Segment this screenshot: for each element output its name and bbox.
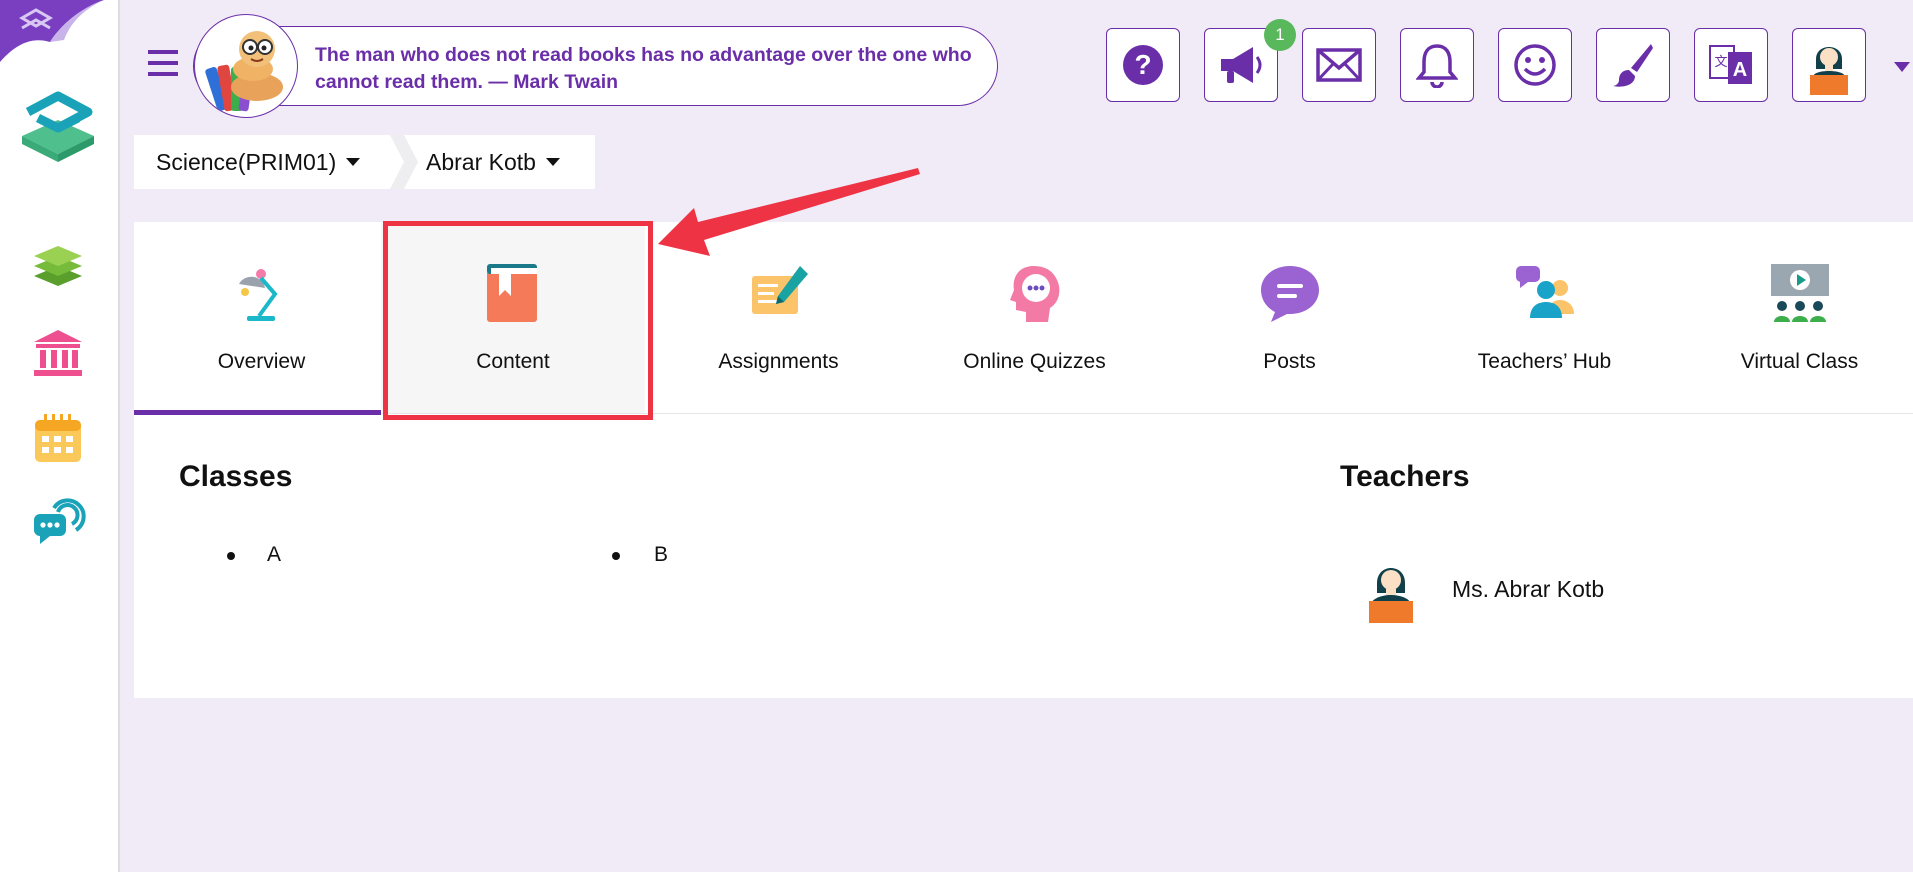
corner-logo-icon: [0, 0, 104, 62]
svg-text:?: ?: [1134, 49, 1151, 80]
calendar-icon[interactable]: [32, 412, 84, 464]
chevron-down-icon: [545, 158, 560, 166]
breadcrumb-separator-icon: [390, 135, 418, 189]
teacher-dropdown-label: Abrar Kotb: [426, 148, 536, 175]
mail-icon: [1316, 48, 1362, 82]
tab-bar: Overview Content Assignments Online Quiz…: [134, 222, 1913, 414]
help-button[interactable]: ?: [1106, 28, 1180, 102]
help-icon: ?: [1123, 45, 1163, 85]
tab-assignments-label: Assignments: [718, 350, 839, 373]
language-button[interactable]: A 文: [1694, 28, 1768, 102]
user-menu-caret-icon[interactable]: [1894, 62, 1910, 72]
feedback-button[interactable]: [1498, 28, 1572, 102]
course-panel: Overview Content Assignments Online Quiz…: [134, 222, 1913, 698]
user-profile-button[interactable]: [1792, 28, 1866, 102]
svg-text:A: A: [1733, 59, 1747, 81]
class-item[interactable]: B: [654, 543, 668, 567]
user-avatar-icon: [1810, 47, 1848, 95]
classes-heading: Classes: [179, 460, 293, 493]
tab-online-quizzes-label: Online Quizzes: [963, 350, 1106, 373]
tab-overview[interactable]: Overview: [134, 222, 389, 414]
app-logo-icon[interactable]: [14, 82, 102, 162]
messages-button[interactable]: [1302, 28, 1376, 102]
teachers-heading: Teachers: [1340, 460, 1470, 493]
tab-teachers-hub[interactable]: Teachers’ Hub: [1417, 222, 1672, 414]
theme-button[interactable]: [1596, 28, 1670, 102]
tab-virtual-class[interactable]: Virtual Class: [1672, 222, 1913, 414]
megaphone-icon: [1221, 47, 1262, 83]
active-tab-indicator: [134, 410, 381, 415]
tab-content[interactable]: Content: [381, 222, 645, 414]
teacher-dropdown[interactable]: Abrar Kotb: [426, 135, 560, 189]
teacher-avatar-icon: [1369, 568, 1413, 623]
svg-text:文: 文: [1714, 55, 1727, 70]
hamburger-menu-icon[interactable]: [146, 48, 180, 78]
class-item[interactable]: A: [267, 543, 281, 567]
tab-posts-label: Posts: [1263, 350, 1316, 373]
translate-icon: A 文: [1709, 45, 1752, 84]
virtual-class-icon: [1771, 264, 1829, 322]
brush-icon: [1613, 44, 1653, 87]
tab-posts[interactable]: Posts: [1162, 222, 1417, 414]
chat-support-icon[interactable]: [32, 494, 86, 544]
tab-content-label: Content: [476, 350, 550, 373]
notifications-button[interactable]: [1400, 28, 1474, 102]
book-icon: [487, 264, 537, 322]
tab-virtual-class-label: Virtual Class: [1740, 350, 1859, 373]
teachers-group-icon: [1516, 266, 1574, 318]
tab-overview-label: Overview: [217, 350, 306, 373]
institution-icon[interactable]: [32, 328, 84, 378]
chevron-down-icon: [346, 158, 361, 166]
course-dropdown-label: Science(PRIM01): [156, 148, 337, 175]
sidebar: [0, 0, 120, 872]
teacher-name[interactable]: Ms. Abrar Kotb: [1452, 576, 1604, 603]
pen-paper-icon: [752, 266, 808, 314]
bell-icon: [1416, 44, 1458, 88]
quote-text: The man who does not read books has no a…: [315, 44, 972, 93]
list-bullet: [612, 552, 620, 560]
tab-online-quizzes[interactable]: Online Quizzes: [907, 222, 1162, 414]
head-chat-icon: [1010, 266, 1060, 322]
notification-count-badge: 1: [1264, 19, 1296, 51]
desk-lamp-icon: [239, 269, 278, 321]
course-dropdown[interactable]: Science(PRIM01): [156, 135, 361, 189]
tab-assignments[interactable]: Assignments: [651, 222, 906, 414]
chat-bubble-icon: [1261, 266, 1319, 322]
layers-icon[interactable]: [32, 244, 84, 288]
list-bullet: [227, 552, 235, 560]
breadcrumb: Science(PRIM01) Abrar Kotb: [134, 135, 595, 189]
tab-teachers-hub-label: Teachers’ Hub: [1477, 350, 1612, 373]
smiley-icon: [1514, 44, 1556, 86]
bookworm-mascot-icon: [194, 14, 298, 118]
tab-divider: [134, 413, 1913, 414]
